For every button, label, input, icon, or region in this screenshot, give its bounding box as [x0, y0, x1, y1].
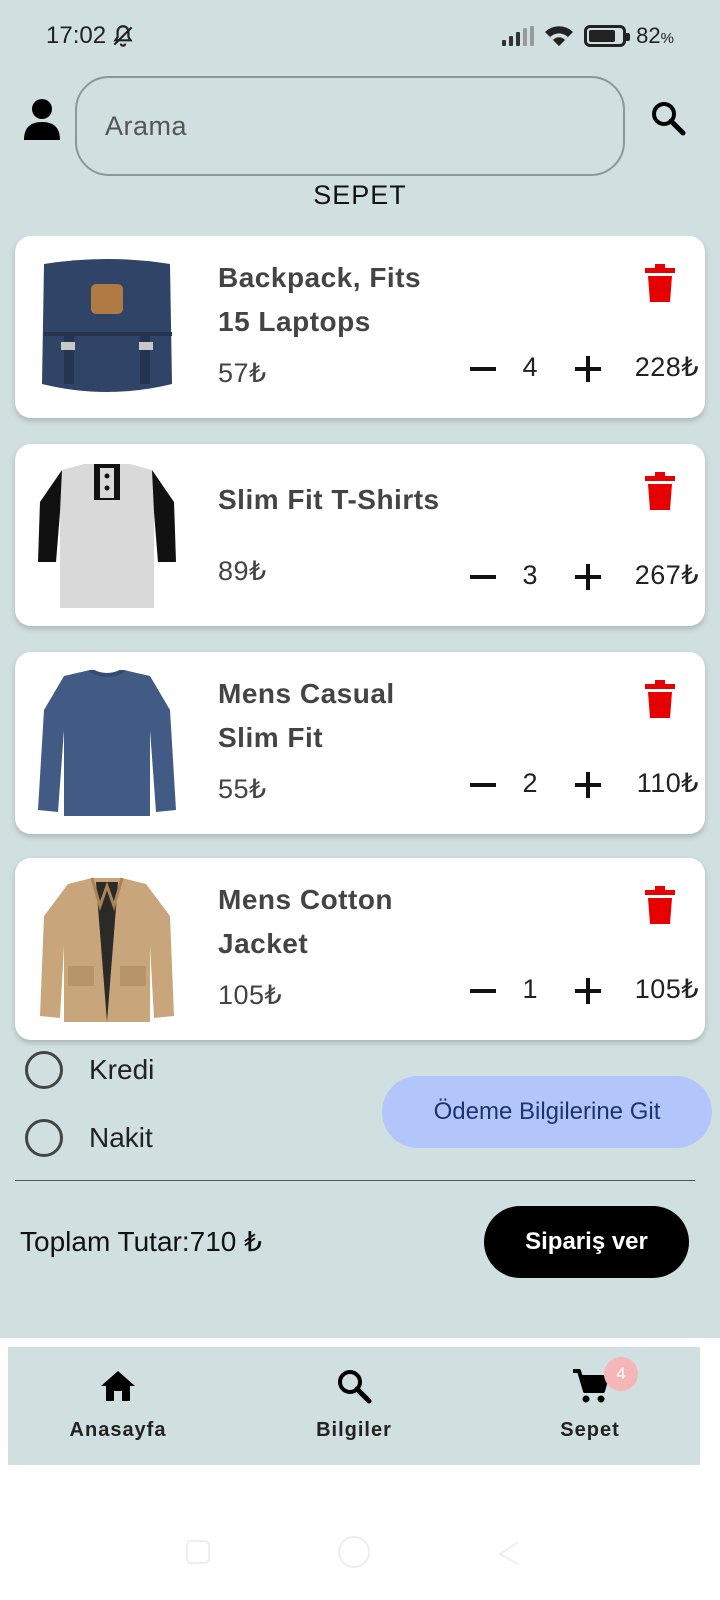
quantity-value: 3	[522, 560, 538, 590]
product-name: Mens Cotton Jacket	[218, 884, 394, 959]
status-right: 82%	[502, 23, 674, 49]
decrease-quantity-button[interactable]	[468, 354, 498, 384]
line-total: 105₺	[634, 974, 699, 1004]
delete-icon[interactable]	[645, 264, 675, 302]
header: Arama	[0, 72, 720, 182]
home-button-icon[interactable]	[336, 1534, 372, 1570]
product-name: Slim Fit T-Shirts	[218, 484, 440, 515]
user-icon[interactable]	[22, 98, 62, 140]
product-price: 55₺	[218, 774, 267, 804]
cart-count-badge: 4	[604, 1357, 638, 1391]
increase-quantity-button[interactable]	[573, 562, 603, 592]
battery-percent-value: 82	[636, 23, 661, 48]
battery-percent: 82%	[636, 23, 674, 49]
nav-label-info: Bilgiler	[316, 1419, 392, 1441]
system-nav-bar	[0, 1500, 720, 1600]
product-image	[34, 254, 180, 400]
decrease-quantity-button[interactable]	[468, 562, 498, 592]
product-price: 105₺	[218, 980, 283, 1010]
product-image	[34, 462, 180, 608]
search-icon[interactable]	[650, 100, 686, 136]
search-input[interactable]: Arama	[75, 76, 625, 176]
status-time: 17:02	[46, 22, 107, 49]
product-price: 57₺	[218, 358, 267, 388]
cart-item-card: Mens Cotton Jacket 105₺ 1 105₺	[15, 858, 705, 1040]
nav-item-home[interactable]: Anasayfa	[18, 1347, 218, 1465]
home-icon	[101, 1371, 135, 1401]
total-amount: Toplam Tutar:710 ₺	[20, 1226, 262, 1257]
product-price: 89₺	[218, 556, 267, 586]
line-total: 267₺	[634, 560, 699, 590]
status-bar: 17:02 82%	[0, 0, 720, 72]
decrease-quantity-button[interactable]	[468, 770, 498, 800]
increase-quantity-button[interactable]	[573, 770, 603, 800]
product-image	[34, 876, 180, 1022]
muted-bell-icon	[113, 25, 133, 47]
page-title: SEPET	[313, 180, 407, 210]
nav-label-cart: Sepet	[560, 1419, 620, 1441]
cart-item-card: Mens Casual Slim Fit 55₺ 2 110₺	[15, 652, 705, 834]
quantity-value: 4	[522, 352, 538, 382]
search-icon	[338, 1370, 372, 1404]
recent-apps-icon[interactable]	[184, 1538, 212, 1566]
decrease-quantity-button[interactable]	[468, 976, 498, 1006]
increase-quantity-button[interactable]	[573, 976, 603, 1006]
signal-icon	[502, 26, 535, 46]
quantity-value: 2	[522, 768, 538, 798]
quantity-value: 1	[522, 974, 538, 1004]
nav-item-cart[interactable]: Sepet 4	[490, 1347, 690, 1465]
search-placeholder: Arama	[105, 110, 188, 141]
divider	[15, 1180, 695, 1181]
radio-credit[interactable]	[25, 1051, 63, 1089]
radio-credit-label: Kredi	[89, 1054, 155, 1085]
status-left: 17:02	[46, 22, 136, 50]
line-total: 110₺	[636, 768, 699, 798]
radio-cash[interactable]	[25, 1119, 63, 1157]
delete-icon[interactable]	[645, 472, 675, 510]
cart-item-card: Slim Fit T-Shirts 89₺ 3 267₺	[15, 444, 705, 626]
nav-item-info[interactable]: Bilgiler	[254, 1347, 454, 1465]
bottom-nav: Anasayfa Bilgiler Sepet 4	[8, 1347, 700, 1465]
delete-icon[interactable]	[645, 680, 675, 718]
battery-percent-unit: %	[660, 30, 674, 47]
delete-icon[interactable]	[645, 886, 675, 924]
radio-cash-label: Nakit	[89, 1122, 153, 1153]
product-name: Backpack, Fits 15 Laptops	[218, 262, 422, 337]
wifi-icon	[545, 26, 574, 46]
back-icon[interactable]	[494, 1538, 522, 1566]
battery-icon	[584, 25, 631, 47]
cart-item-card: Backpack, Fits 15 Laptops 57₺ 4 228₺	[15, 236, 705, 418]
place-order-button[interactable]: Sipariş ver	[484, 1206, 689, 1278]
nav-label-home: Anasayfa	[69, 1419, 167, 1441]
increase-quantity-button[interactable]	[573, 354, 603, 384]
cart-list[interactable]: Backpack, Fits 15 Laptops 57₺ 4 228₺ Sli…	[0, 236, 720, 1046]
payment-info-button[interactable]: Ödeme Bilgilerine Git	[382, 1076, 712, 1148]
product-name: Mens Casual Slim Fit	[218, 678, 395, 753]
line-total: 228₺	[634, 352, 699, 382]
product-image	[34, 670, 180, 816]
